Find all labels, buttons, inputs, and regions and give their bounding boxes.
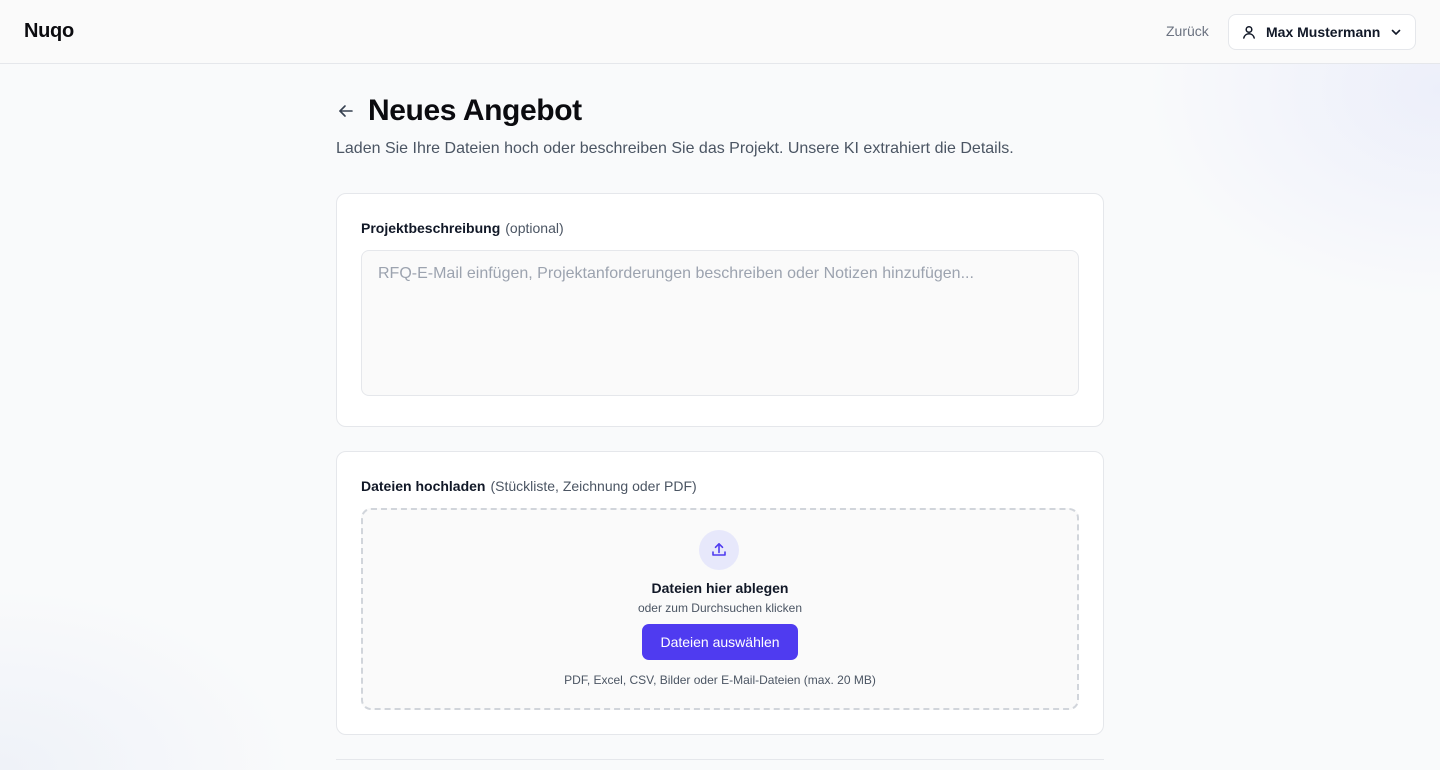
arrow-left-icon[interactable] <box>336 101 356 121</box>
dropzone-title: Dateien hier ablegen <box>651 580 789 596</box>
file-upload-label: Dateien hochladen (Stückliste, Zeichnung … <box>361 478 697 494</box>
project-description-label-text: Projektbeschreibung <box>361 220 501 236</box>
accepted-formats-note: PDF, Excel, CSV, Bilder oder E-Mail-Date… <box>564 673 876 687</box>
upload-icon <box>699 530 739 570</box>
project-description-card: Projektbeschreibung (optional) <box>336 193 1104 427</box>
title-row: Neues Angebot <box>336 94 582 128</box>
file-dropzone[interactable]: Dateien hier ablegen oder zum Durchsuche… <box>361 508 1079 710</box>
page-title: Neues Angebot <box>368 94 582 127</box>
optional-hint: (optional) <box>505 220 564 236</box>
back-link[interactable]: Zurück <box>1166 23 1209 39</box>
choose-files-button[interactable]: Dateien auswählen <box>642 624 798 660</box>
section-divider <box>336 759 1104 760</box>
brand-logo[interactable]: Nuqo <box>24 20 74 43</box>
user-menu-button[interactable]: Max Mustermann <box>1228 14 1416 50</box>
file-upload-label-text: Dateien hochladen <box>361 478 486 494</box>
top-bar: Nuqo Zurück Max Mustermann <box>0 0 1440 64</box>
file-types-hint: (Stückliste, Zeichnung oder PDF) <box>490 478 697 494</box>
chevron-down-icon <box>1389 25 1403 39</box>
file-upload-card: Dateien hochladen (Stückliste, Zeichnung … <box>336 451 1104 735</box>
project-description-input[interactable] <box>361 250 1079 396</box>
user-icon <box>1241 24 1257 40</box>
dropzone-subtitle: oder zum Durchsuchen klicken <box>637 601 803 615</box>
project-description-label: Projektbeschreibung (optional) <box>361 220 564 236</box>
page-subtitle: Laden Sie Ihre Dateien hoch oder beschre… <box>336 140 1014 157</box>
user-name: Max Mustermann <box>1266 24 1381 40</box>
